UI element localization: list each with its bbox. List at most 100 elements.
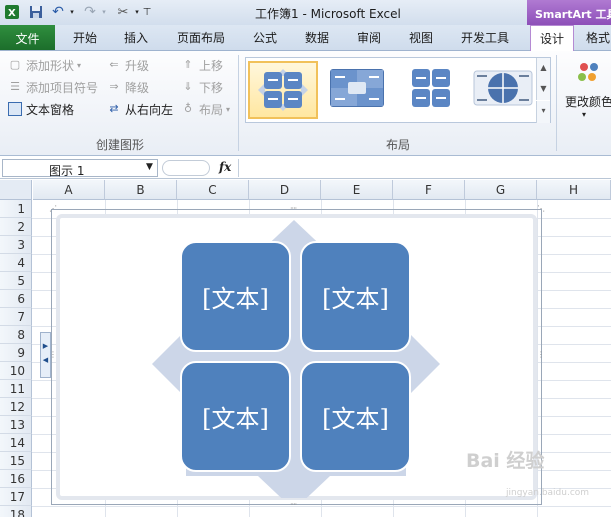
tab-developer[interactable]: 开发工具 bbox=[461, 29, 509, 46]
column-header[interactable]: A bbox=[33, 180, 105, 200]
row-header[interactable]: 9 bbox=[0, 344, 32, 362]
row-header[interactable]: 17 bbox=[0, 488, 32, 506]
chevron-down-icon: ▾ bbox=[77, 60, 82, 70]
customize-qat-icon[interactable]: ⊤ bbox=[142, 3, 152, 21]
resize-handle[interactable]: ⋰ bbox=[49, 205, 57, 213]
row-header[interactable]: 6 bbox=[0, 290, 32, 308]
redo-icon[interactable]: ↷ bbox=[82, 3, 98, 21]
name-box[interactable]: 图示 1 ▼ bbox=[2, 159, 158, 178]
undo-dropdown-icon[interactable]: ▾ bbox=[68, 3, 76, 21]
change-colors-button[interactable]: 更改颜色 ▾ bbox=[560, 55, 611, 125]
add-bullet-button[interactable]: ☰ 添加项目符号 bbox=[8, 77, 98, 97]
gallery-more-icon[interactable]: ▾ bbox=[536, 101, 550, 123]
gallery-scroll-up-icon[interactable]: ▲ bbox=[536, 58, 550, 79]
layout-thumbnail-icon bbox=[412, 69, 450, 107]
tab-file[interactable]: 文件 bbox=[0, 25, 55, 50]
promote-button[interactable]: ⇐ 升级 bbox=[107, 55, 149, 75]
layout-option-3[interactable] bbox=[398, 61, 468, 119]
column-header[interactable]: C bbox=[177, 180, 249, 200]
swap-arrows-icon: ⇄ bbox=[109, 102, 119, 115]
resize-handle[interactable]: ···· bbox=[290, 501, 297, 509]
redo-dropdown-icon[interactable]: ▾ bbox=[100, 3, 108, 21]
smartart-text-box[interactable]: [文本] bbox=[180, 361, 291, 472]
right-to-left-button[interactable]: ⇄ 从右向左 bbox=[107, 99, 173, 119]
row-header[interactable]: 15 bbox=[0, 452, 32, 470]
tools-icon[interactable]: ✂ bbox=[114, 3, 132, 21]
column-header[interactable]: H bbox=[537, 180, 611, 200]
column-header[interactable]: D bbox=[249, 180, 321, 200]
tools-dropdown-icon[interactable]: ▾ bbox=[133, 3, 141, 21]
watermark-text: Bai 经验 bbox=[466, 450, 545, 472]
palette-icon bbox=[578, 63, 598, 81]
watermark-subtext: jingyan.baidu.com bbox=[506, 488, 590, 498]
layout-button[interactable]: ♁ 布局 ▾ bbox=[181, 99, 230, 119]
ribbon-tab-row: 文件 开始 插入 页面布局 公式 数据 审阅 视图 开发工具 设计 格式 bbox=[0, 25, 611, 51]
row-header[interactable]: 3 bbox=[0, 236, 32, 254]
formula-bar-resize-handle[interactable] bbox=[162, 160, 210, 176]
resize-handle[interactable]: ⋱ bbox=[537, 205, 545, 213]
layout-option-1[interactable] bbox=[248, 61, 318, 119]
tab-home[interactable]: 开始 bbox=[73, 29, 97, 46]
row-header[interactable]: 16 bbox=[0, 470, 32, 488]
row-header[interactable]: 2 bbox=[0, 218, 32, 236]
smartart-canvas: [文本] [文本] [文本] [文本] bbox=[56, 214, 537, 500]
column-header[interactable]: E bbox=[321, 180, 393, 200]
layout-option-4[interactable] bbox=[470, 61, 540, 119]
svg-text:X: X bbox=[8, 8, 16, 19]
text-pane-toggle-icon[interactable]: ▶ ◀ bbox=[40, 332, 51, 378]
undo-icon[interactable]: ↶ bbox=[50, 3, 66, 21]
row-header[interactable]: 1 bbox=[0, 200, 32, 218]
add-shape-button[interactable]: ▢ 添加形状 ▾ bbox=[8, 55, 81, 75]
create-graphic-group-label: 创建图形 bbox=[96, 138, 145, 152]
select-all-corner[interactable] bbox=[0, 180, 32, 200]
demote-button[interactable]: ⇒ 降级 bbox=[107, 77, 149, 97]
row-header[interactable]: 18 bbox=[0, 506, 32, 517]
layout-option-2[interactable] bbox=[324, 61, 394, 119]
gridline bbox=[32, 506, 611, 507]
smartart-text-box[interactable]: [文本] bbox=[300, 361, 411, 472]
chevron-down-icon[interactable]: ▼ bbox=[146, 162, 153, 172]
move-down-button[interactable]: ⇓ 下移 bbox=[181, 77, 223, 97]
move-up-label: 上移 bbox=[199, 58, 224, 73]
tab-insert[interactable]: 插入 bbox=[124, 29, 148, 46]
demote-label: 降级 bbox=[125, 80, 150, 95]
row-header[interactable]: 8 bbox=[0, 326, 32, 344]
tab-data[interactable]: 数据 bbox=[305, 29, 329, 46]
formula-input[interactable] bbox=[238, 159, 610, 177]
text-pane-label: 文本窗格 bbox=[26, 102, 75, 117]
layout-thumbnail-icon bbox=[258, 69, 308, 111]
row-header[interactable]: 7 bbox=[0, 308, 32, 326]
resize-handle[interactable]: ⋮ bbox=[537, 351, 545, 359]
save-icon[interactable] bbox=[28, 3, 44, 21]
column-header[interactable]: B bbox=[105, 180, 177, 200]
column-header[interactable]: G bbox=[465, 180, 537, 200]
row-header[interactable]: 11 bbox=[0, 380, 32, 398]
arrow-up-icon: ⇑ bbox=[183, 58, 193, 71]
tab-view[interactable]: 视图 bbox=[409, 29, 433, 46]
column-header[interactable]: F bbox=[393, 180, 465, 200]
layout-thumbnail-icon bbox=[330, 69, 384, 107]
tab-page-layout[interactable]: 页面布局 bbox=[177, 29, 225, 46]
row-header[interactable]: 14 bbox=[0, 434, 32, 452]
row-header[interactable]: 12 bbox=[0, 398, 32, 416]
tab-design[interactable]: 设计 bbox=[530, 25, 574, 51]
group-divider bbox=[238, 55, 239, 151]
move-up-button[interactable]: ⇑ 上移 bbox=[181, 55, 223, 75]
background-arrows-graphic bbox=[152, 220, 440, 498]
insert-function-icon[interactable]: fx bbox=[219, 160, 231, 174]
smartart-text-box[interactable]: [文本] bbox=[180, 241, 291, 352]
promote-label: 升级 bbox=[125, 58, 150, 73]
row-header[interactable]: 13 bbox=[0, 416, 32, 434]
right-to-left-label: 从右向左 bbox=[125, 102, 174, 117]
resize-handle[interactable]: ···· bbox=[290, 205, 297, 213]
row-header[interactable]: 4 bbox=[0, 254, 32, 272]
tab-format[interactable]: 格式 bbox=[586, 29, 610, 46]
text-pane-button[interactable]: 文本窗格 bbox=[8, 99, 74, 119]
chevron-down-icon: ▾ bbox=[582, 110, 587, 119]
row-header[interactable]: 10 bbox=[0, 362, 32, 380]
tab-formulas[interactable]: 公式 bbox=[253, 29, 277, 46]
gallery-scroll-down-icon[interactable]: ▼ bbox=[536, 79, 550, 100]
row-header[interactable]: 5 bbox=[0, 272, 32, 290]
smartart-text-box[interactable]: [文本] bbox=[300, 241, 411, 352]
tab-review[interactable]: 审阅 bbox=[357, 29, 381, 46]
